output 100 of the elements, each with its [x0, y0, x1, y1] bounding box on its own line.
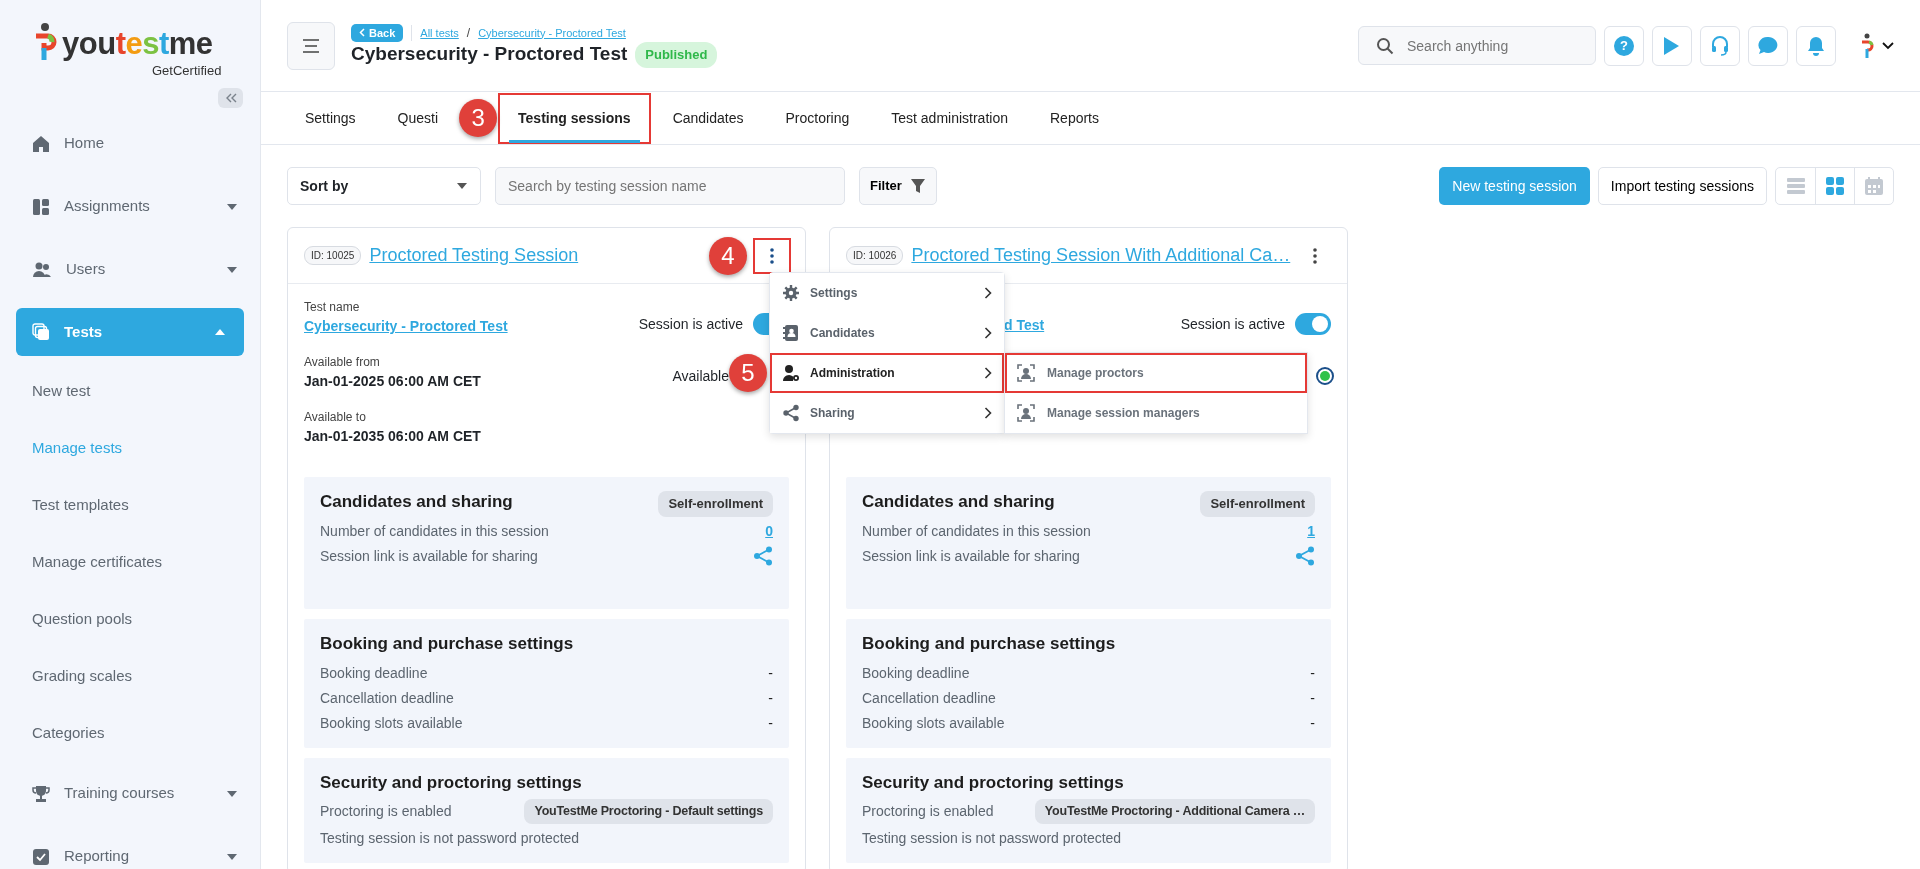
chevron-icon [984, 367, 992, 379]
field-label: Test name [304, 299, 361, 316]
sidebar-item[interactable]: Users [0, 238, 260, 301]
kebab-icon [1312, 247, 1317, 264]
row-value: - [1310, 663, 1315, 683]
row-label: Session link is available for sharing [320, 546, 538, 566]
active-toggle[interactable] [1295, 313, 1331, 335]
tab[interactable]: Proctoring [764, 92, 871, 145]
tab[interactable]: Settings [284, 92, 377, 145]
row-value: - [768, 663, 773, 683]
share-button[interactable] [753, 546, 773, 566]
chevron-down-icon [1882, 41, 1894, 50]
chevron-icon [984, 287, 992, 299]
row-label: Booking slots available [320, 713, 463, 733]
tab[interactable]: Candidates [651, 92, 765, 145]
sidebar-subitem[interactable]: Manage certificates [0, 534, 260, 591]
chevron-icon [984, 407, 992, 419]
share-button[interactable] [1295, 546, 1315, 566]
home-icon [32, 134, 50, 153]
menu-item[interactable]: Administration [770, 353, 1004, 393]
caret-icon [226, 202, 238, 211]
menu-item[interactable]: Manage session managers [1005, 393, 1307, 433]
row-label: Number of candidates in this session [320, 521, 549, 541]
page-title: Cybersecurity - Proctored Test [351, 43, 628, 67]
calendar-icon [1864, 176, 1884, 196]
users-icon [32, 261, 52, 278]
menu-item[interactable]: Sharing [770, 393, 1004, 433]
date-text: Jan-01-2035 06:00 AM CET [304, 427, 482, 446]
menu-button[interactable] [287, 21, 335, 70]
breadcrumb-separator: / [466, 24, 471, 42]
bell-button[interactable] [1796, 25, 1836, 66]
share-icon [782, 404, 800, 422]
menu-item[interactable]: Candidates [770, 313, 1004, 353]
user-menu-button[interactable] [1860, 32, 1894, 59]
filter-button[interactable]: Filter [859, 167, 937, 205]
panel-heading: Security and proctoring settings [862, 771, 1124, 794]
sidebar-subitem[interactable]: Test templates [0, 477, 260, 534]
search-icon [1376, 37, 1394, 55]
step-number-badge: 5 [729, 354, 767, 392]
filter-icon [909, 178, 926, 194]
row-label: Session link is available for sharing [862, 546, 1080, 566]
search-field[interactable]: Search by testing session name [495, 167, 845, 205]
sidebar-subitem[interactable]: Question pools [0, 591, 260, 648]
tab[interactable]: Test administration [870, 92, 1029, 145]
caret-icon [226, 265, 238, 274]
chevron-left-icon [359, 28, 365, 38]
checkbox-icon [32, 847, 50, 866]
sidebar-subitem[interactable]: New test [0, 363, 260, 420]
date-text: Jan-01-2025 06:00 AM CET [304, 372, 482, 391]
sidebar-item[interactable]: Reporting [0, 825, 260, 869]
step-number-badge: 4 [709, 236, 747, 275]
row-value: - [768, 688, 773, 708]
row-label: Number of candidates in this session [862, 521, 1091, 541]
dashboard-icon [32, 197, 50, 216]
sidebar-item[interactable]: Training courses [0, 762, 260, 825]
person-frame-icon [1017, 364, 1035, 382]
tab[interactable]: Reports [1029, 92, 1120, 145]
row-label: Cancellation deadline [862, 688, 996, 708]
caret-icon [226, 789, 238, 798]
headset-button[interactable] [1700, 25, 1740, 66]
bell-icon [1805, 34, 1827, 57]
row-label: Proctoring is enabled [320, 802, 452, 821]
row-label: Booking deadline [862, 663, 970, 683]
step-number-badge: 3 [459, 99, 498, 137]
row-label: Testing session is not password protected [320, 829, 580, 848]
logo-text: youtestme [62, 27, 213, 59]
row-label: Booking deadline [320, 663, 428, 683]
user-logo-icon [1860, 32, 1874, 59]
menu-item[interactable]: Settings [770, 273, 1004, 313]
sort-dropdown[interactable]: Sort by [287, 167, 481, 205]
trophy-icon [32, 784, 50, 803]
row-value: - [768, 713, 773, 733]
row-label: Cancellation deadline [320, 688, 454, 708]
id-badge: ID: 10026 [846, 246, 904, 265]
collapse-sidebar-button[interactable] [218, 88, 243, 108]
breadcrumb-link[interactable]: Cybersecurity - Proctored Test [478, 24, 626, 41]
tab[interactable]: Questi [376, 92, 460, 145]
caret-icon [456, 182, 468, 190]
sidebar-item[interactable]: Home [0, 112, 260, 175]
breadcrumb-link[interactable]: All tests [420, 24, 459, 41]
double-chevron-icon [224, 93, 237, 103]
status-label: Available [672, 366, 730, 386]
kebab-icon [770, 247, 774, 264]
search-field[interactable]: Search anything [1358, 26, 1596, 65]
menu-item[interactable]: Manage proctors [1005, 353, 1307, 393]
menu-icon [302, 38, 320, 53]
chat-bubble-button[interactable] [1748, 25, 1788, 66]
more-options-button[interactable] [755, 239, 789, 272]
sidebar-subitem[interactable]: Grading scales [0, 648, 260, 705]
sidebar-item[interactable]: Assignments [0, 175, 260, 238]
panel-heading: Booking and purchase settings [862, 633, 1116, 655]
sidebar-subitem[interactable]: Categories [0, 705, 260, 762]
list-icon [1785, 176, 1806, 196]
caret-icon [226, 852, 238, 861]
play-button[interactable] [1652, 25, 1692, 66]
test-name-link[interactable]: d Test [1004, 315, 1045, 336]
enrollment-tag: Self-enrollment [658, 491, 773, 517]
import-button[interactable]: Import testing sessions [1597, 167, 1767, 205]
status-label: Session is active [638, 314, 743, 334]
tab[interactable]: Testing sessions [497, 92, 652, 145]
